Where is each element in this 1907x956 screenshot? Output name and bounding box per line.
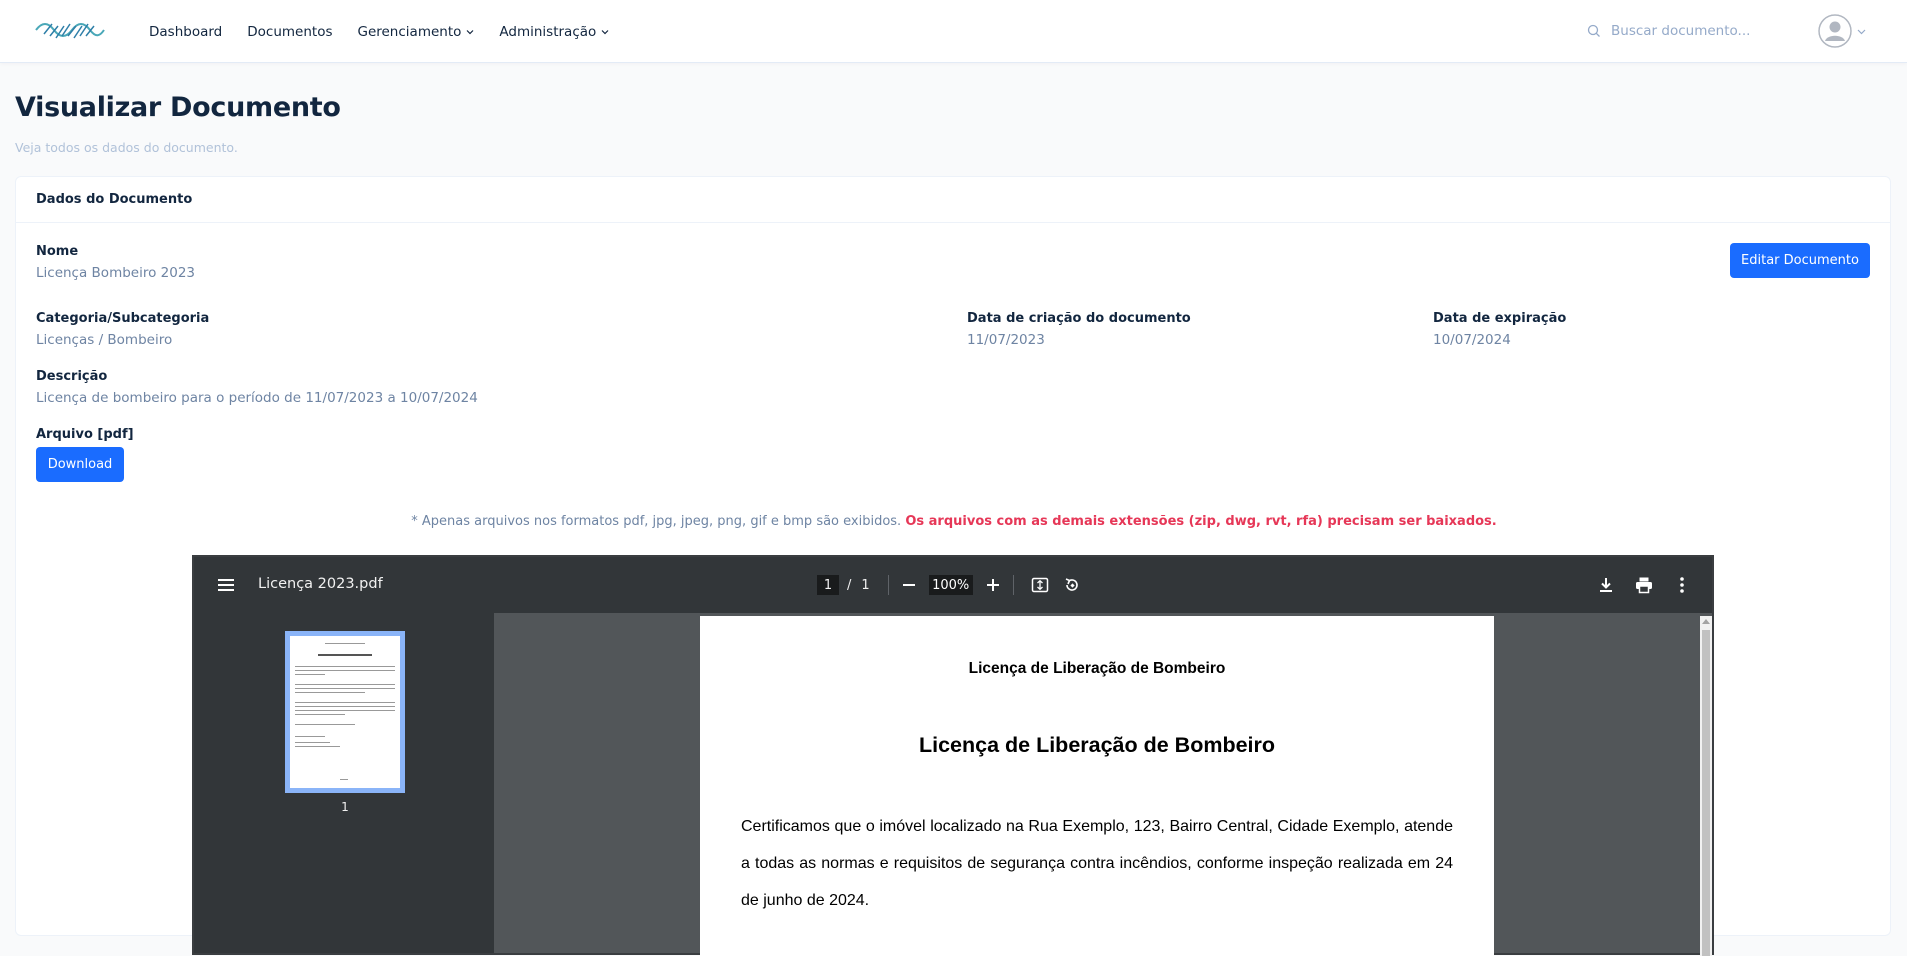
document-card: Dados do Documento Nome Licença Bombeiro… [15,176,1892,956]
fit-page-icon [1031,577,1048,593]
field-categoria-value: Licenças / Bombeiro [36,332,173,348]
search-bar [1587,20,1771,42]
nav-administracao-label: Administração [499,23,597,40]
chevron-down-icon [1857,29,1866,34]
card-header: Dados do Documento [16,177,1890,223]
avatar-icon [1818,14,1852,48]
user-menu[interactable] [1818,14,1866,48]
scroll-up-arrow[interactable] [1702,619,1710,624]
nav-dashboard-label: Dashboard [149,23,223,40]
thumbnail-page-number: 1 [341,800,349,814]
pdf-page: Licença de Liberação de Bombeiro Licença… [700,616,1494,956]
pdf-download-button[interactable] [1596,575,1616,595]
chevron-down-icon [601,29,609,34]
download-button[interactable]: Download [36,447,124,482]
more-options-button[interactable] [1672,575,1692,595]
pdf-scrollbar[interactable] [1700,616,1712,956]
note-warning: Os arquivos com as demais extensões (zip… [905,514,1497,529]
pdf-toolbar: Licença 2023.pdf 1 / 1 100% [194,557,1712,613]
print-icon [1636,577,1652,594]
rotate-icon [1065,578,1078,591]
nav-gerenciamento[interactable]: Gerenciamento [357,24,474,40]
pdf-body-text: Certificamos que o imóvel localizado na … [741,818,1453,909]
field-expiracao-label: Data de expiração [1433,311,1567,326]
chevron-down-icon [466,29,474,34]
scrollbar-thumb[interactable] [1702,630,1710,956]
thumbnail-sidebar: 1 [194,613,494,953]
zoom-level[interactable]: 100% [928,575,973,595]
page-thumbnail[interactable] [285,631,405,793]
minus-icon [902,584,915,586]
edit-document-button[interactable]: Editar Documento [1730,243,1870,278]
page-separator: / [847,577,852,593]
toolbar-actions [1596,575,1692,595]
field-nome-value: Licença Bombeiro 2023 [36,265,196,281]
field-expiracao-value: 10/07/2024 [1433,332,1511,348]
menu-icon[interactable] [218,578,234,592]
zoom-out-button[interactable] [899,575,919,595]
field-categoria-label: Categoria/Subcategoria [36,311,210,326]
top-navbar: Dashboard Documentos Gerenciamento Admin… [0,0,1907,63]
pdf-document-title: Licença de Liberação de Bombeiro [918,733,1276,757]
page-subtitle: Veja todos os dados do documento. [15,140,238,155]
field-arquivo-label: Arquivo [pdf] [36,427,134,442]
pdf-filename: Licença 2023.pdf [258,576,383,592]
more-vert-icon [1680,577,1684,593]
field-nome-label: Nome [36,244,79,259]
field-criacao-label: Data de criação do documento [967,311,1191,326]
print-button[interactable] [1634,575,1654,595]
toolbar-divider [887,575,889,595]
nav-dashboard[interactable]: Dashboard [149,24,222,40]
total-pages: 1 [861,577,870,593]
note-text: * Apenas arquivos nos formatos pdf, jpg,… [411,514,902,529]
company-logo[interactable] [34,17,106,43]
page-number-input[interactable]: 1 [817,575,839,595]
field-criacao-value: 11/07/2023 [967,332,1045,348]
nav-documentos-label: Documentos [247,23,333,40]
search-input[interactable] [1611,23,1771,39]
field-descricao-value: Licença de bombeiro para o período de 11… [36,390,478,406]
nav-gerenciamento-label: Gerenciamento [357,23,462,40]
nav-documentos[interactable]: Documentos [247,24,332,40]
fit-page-button[interactable] [1030,575,1050,595]
field-descricao-label: Descrição [36,369,108,384]
plus-icon [986,579,999,591]
main-nav: Dashboard Documentos Gerenciamento Admin… [149,0,634,63]
pdf-page-header: Licença de Liberação de Bombeiro [968,660,1226,677]
pdf-viewer: Licença 2023.pdf 1 / 1 100% 1 Licença de… [192,555,1714,956]
rotate-button[interactable] [1062,575,1082,595]
search-icon [1587,24,1600,37]
zoom-in-button[interactable] [983,575,1003,595]
download-icon [1600,578,1612,592]
page-controls: 1 / 1 100% [817,575,1082,595]
page-title: Visualizar Documento [15,92,341,123]
nav-administracao[interactable]: Administração [499,24,609,40]
file-format-note: * Apenas arquivos nos formatos pdf, jpg,… [16,514,1892,529]
toolbar-divider [1012,575,1014,595]
